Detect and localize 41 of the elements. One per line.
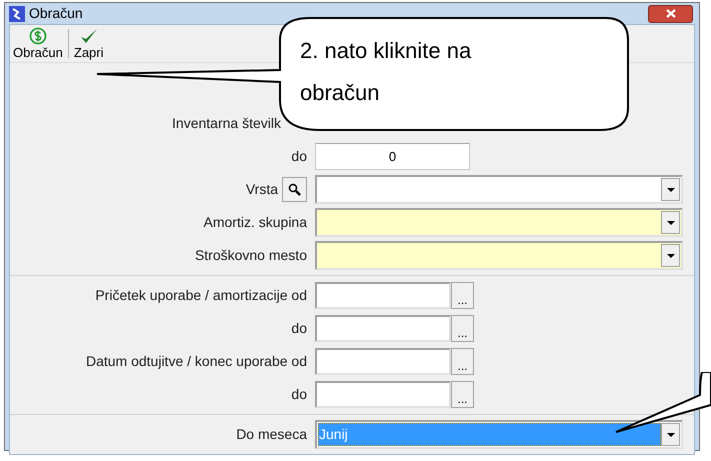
browse-button[interactable]: ... <box>451 315 474 342</box>
callout-text: 2. nato kliknite na obračun <box>300 38 472 105</box>
selected-value: Junij <box>319 425 348 444</box>
date-field[interactable] <box>315 315 451 342</box>
browse-button[interactable]: ... <box>451 282 474 309</box>
dollar-coin-icon <box>28 27 47 45</box>
browse-button[interactable]: ... <box>451 381 474 408</box>
dropdown-button[interactable] <box>661 178 680 201</box>
caret-down-icon <box>666 254 674 258</box>
dropdown-button[interactable] <box>661 211 680 234</box>
field-label: do <box>291 385 307 404</box>
field-label: Do meseca <box>236 425 307 444</box>
field-label: do <box>291 319 307 338</box>
field-label: Stroškovno mesto <box>194 246 307 265</box>
dropdown-field[interactable] <box>315 241 683 270</box>
dropdown-field[interactable] <box>315 208 683 237</box>
date-field[interactable] <box>315 348 451 375</box>
window-title: Obračun <box>29 4 83 23</box>
browse-button[interactable]: ... <box>451 348 474 375</box>
date-field[interactable] <box>315 282 451 309</box>
close-button[interactable] <box>648 4 693 22</box>
field-label: do <box>291 147 307 166</box>
toolbar-button[interactable]: Zapri <box>70 25 106 62</box>
field-label: Datum odtujitve / konec uporabe od <box>86 352 307 371</box>
app-icon <box>9 6 25 22</box>
dropdown-button[interactable] <box>661 423 680 446</box>
search-button[interactable] <box>282 177 307 202</box>
field-label: Inventarna številk <box>172 114 281 133</box>
caret-down-icon <box>666 220 674 224</box>
field-label: Amortiz. skupina <box>204 213 307 232</box>
toolbar-button[interactable]: Obračun <box>10 25 66 62</box>
field-label: Pričetek uporabe / amortizacije od <box>95 286 307 305</box>
field-label: Vrsta <box>246 180 278 199</box>
number-field[interactable]: 0 <box>315 143 470 170</box>
dropdown-button[interactable] <box>661 244 680 267</box>
checkmark-icon <box>78 27 99 45</box>
date-field[interactable] <box>315 381 451 408</box>
caret-down-icon <box>666 188 674 192</box>
dropdown-field[interactable] <box>315 175 683 204</box>
search-icon <box>288 182 302 196</box>
close-icon <box>666 9 676 18</box>
